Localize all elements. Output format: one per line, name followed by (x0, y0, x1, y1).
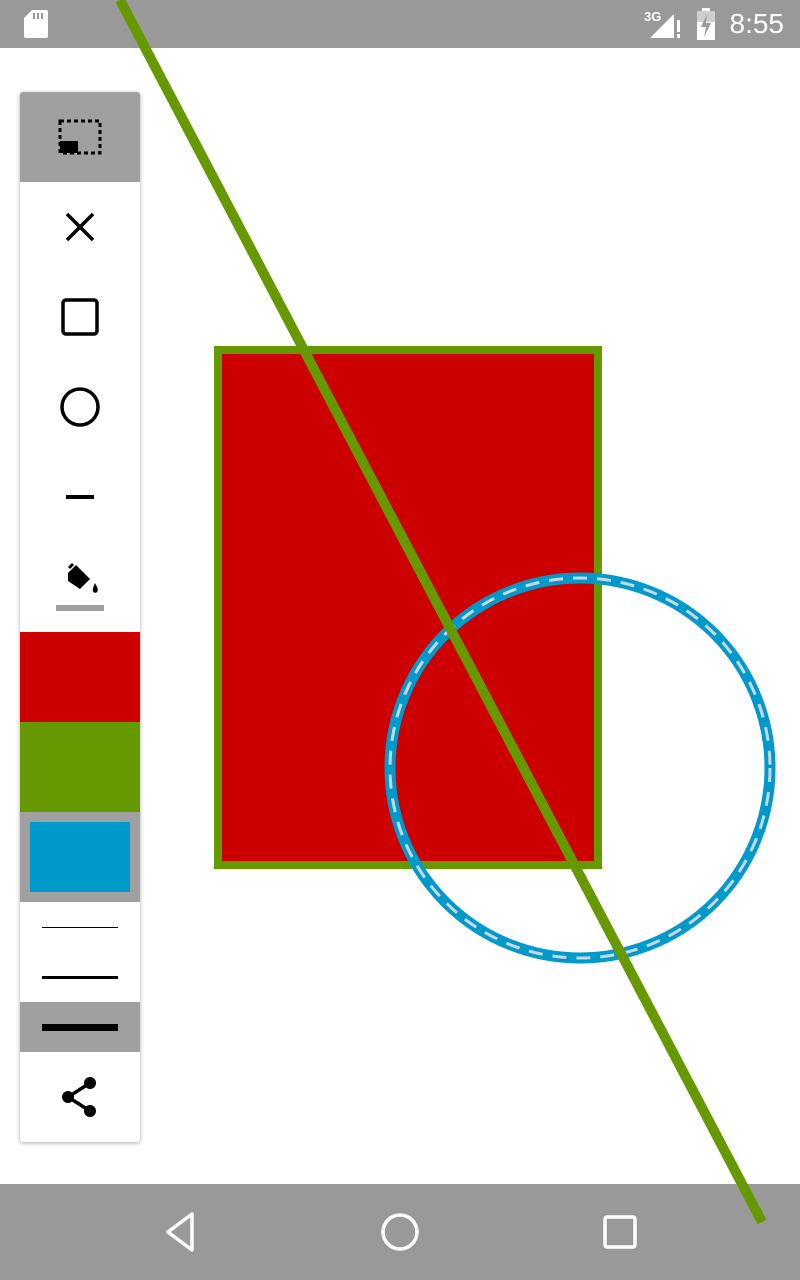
sd-card-icon (24, 10, 48, 38)
close-icon (65, 212, 95, 242)
status-clock: 8:55 (729, 8, 785, 39)
fill-tool-button[interactable] (20, 542, 140, 632)
drawing-toolbar (20, 92, 140, 1142)
color-swatch-blue[interactable] (20, 812, 140, 902)
drawn-rectangle[interactable] (214, 346, 602, 869)
navigation-bar-content (0, 1184, 800, 1280)
share-icon (62, 1077, 96, 1117)
status-bar-content: 3G 8:55 (0, 0, 800, 48)
battery-icon (697, 8, 715, 40)
back-button[interactable] (156, 1208, 204, 1256)
thick-stroke-sample (42, 1023, 118, 1031)
stroke-width-thick[interactable] (20, 1002, 140, 1052)
home-button[interactable] (376, 1208, 424, 1256)
signal-icon (650, 14, 680, 38)
stroke-width-thin[interactable] (20, 902, 140, 952)
line-tool-button[interactable] (20, 452, 140, 542)
medium-stroke-sample (42, 975, 118, 979)
select-tool-button[interactable] (20, 92, 140, 182)
thin-stroke-sample (42, 926, 118, 928)
blue-swatch-fill (30, 822, 130, 892)
circle-tool-button[interactable] (20, 362, 140, 452)
recents-button[interactable] (596, 1208, 644, 1256)
stroke-width-medium[interactable] (20, 952, 140, 1002)
share-button[interactable] (20, 1052, 140, 1142)
recents-icon (603, 1215, 637, 1249)
select-rectangle-icon (58, 119, 102, 155)
color-swatch-red[interactable] (20, 632, 140, 722)
rectangle-tool-button[interactable] (20, 272, 140, 362)
back-icon (166, 1212, 194, 1252)
home-icon (381, 1213, 419, 1251)
color-swatch-green[interactable] (20, 722, 140, 812)
line-icon (66, 495, 94, 499)
clear-button[interactable] (20, 182, 140, 272)
circle-icon (60, 387, 100, 427)
paint-bucket-icon (56, 563, 104, 611)
square-icon (61, 298, 99, 336)
